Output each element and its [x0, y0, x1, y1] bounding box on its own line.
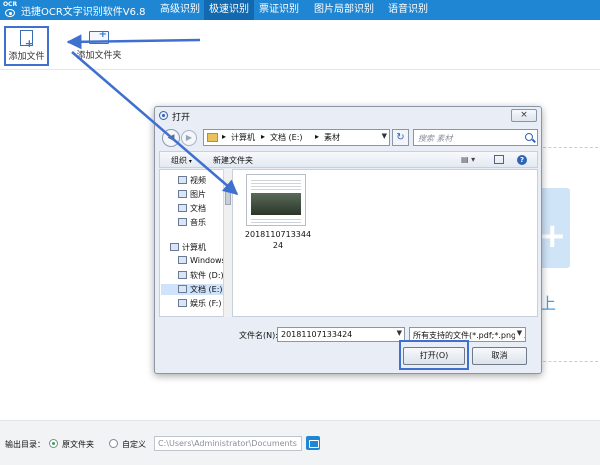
scrollbar-thumb[interactable] — [225, 191, 231, 205]
nav-item-label: 音乐 — [190, 218, 206, 227]
breadcrumb-separator-icon: ▸ — [222, 132, 227, 141]
file-thumbnail — [246, 174, 306, 226]
menu-partial-image-ocr[interactable]: 图片局部识别 — [309, 0, 379, 20]
video-icon — [178, 176, 187, 184]
document-icon — [178, 204, 187, 212]
navigation-pane: 视频 图片 文档 音乐 计算机 Windows 软件 (D:) 文档 (E:) … — [159, 169, 232, 317]
add-file-button[interactable]: 添加文件 — [4, 26, 49, 66]
radio-original-folder[interactable] — [49, 439, 58, 448]
drive-icon — [178, 285, 187, 293]
menu-fast-ocr[interactable]: 极速识别 — [204, 0, 254, 20]
nav-item-drive-d[interactable]: 软件 (D:) — [178, 270, 224, 281]
search-icon[interactable] — [525, 133, 533, 141]
filename-value: 20181107133424 — [281, 330, 353, 339]
preview-pane-icon[interactable] — [494, 155, 504, 164]
filename-input[interactable]: 20181107133424 ▼ — [277, 327, 405, 342]
add-folder-icon — [89, 29, 109, 44]
eye-icon — [5, 9, 15, 17]
drop-plus-icon: + — [538, 216, 567, 256]
dialog-close-button[interactable]: × — [511, 109, 537, 122]
add-file-label: 添加文件 — [8, 52, 45, 62]
chevron-down-icon[interactable]: ▼ — [382, 132, 387, 140]
open-button-highlight — [399, 340, 469, 370]
nav-item-music[interactable]: 音乐 — [178, 217, 206, 228]
nav-item-computer[interactable]: 计算机 — [170, 242, 206, 253]
output-path-input[interactable]: C:\Users\Administrator\Documents — [154, 436, 302, 451]
menu-advanced-ocr[interactable]: 高级识别 — [155, 0, 205, 20]
open-file-dialog: 打开 × ◀ ▶ ▸ 计算机 ▸ 文档 (E:) ▸ 素材 ▼ ↻ 搜索 素材 … — [154, 106, 542, 374]
dialog-title-bar: 打开 × — [155, 107, 541, 124]
output-settings-bar: 输出目录： 原文件夹 自定义 C:\Users\Administrator\Do… — [0, 420, 600, 465]
breadcrumb-computer[interactable]: 计算机 — [231, 132, 255, 143]
dialog-icon — [159, 111, 168, 120]
nav-item-label: 文档 — [190, 204, 206, 213]
nav-pane-scrollbar[interactable] — [223, 169, 232, 317]
add-file-icon — [20, 30, 34, 50]
chevron-down-icon[interactable]: ▼ — [397, 329, 402, 337]
breadcrumb-separator-icon: ▸ — [315, 132, 320, 141]
add-folder-button[interactable]: 添加文件夹 — [74, 26, 124, 66]
custom-folder-label: 自定义 — [122, 440, 146, 449]
output-directory-label: 输出目录： — [5, 440, 45, 449]
drive-icon — [178, 299, 187, 307]
breadcrumb-folder[interactable]: 素材 — [324, 132, 340, 143]
file-name: 201811071334424 — [244, 230, 312, 250]
nav-item-documents[interactable]: 文档 — [178, 203, 206, 214]
organize-button[interactable]: 组织 — [171, 155, 192, 166]
nav-item-videos[interactable]: 视频 — [178, 175, 206, 186]
menu-voice-ocr[interactable]: 语音识别 — [383, 0, 433, 20]
browse-folder-button[interactable] — [306, 436, 320, 450]
toolbar: 添加文件 添加文件夹 — [0, 20, 600, 70]
nav-item-label: 娱乐 (F:) — [190, 299, 222, 308]
help-icon[interactable]: ? — [517, 155, 527, 165]
nav-item-label: 文档 (E:) — [190, 285, 223, 294]
windows-drive-icon — [178, 256, 187, 264]
dialog-title: 打开 — [172, 113, 191, 123]
add-folder-label: 添加文件夹 — [76, 51, 122, 61]
back-button[interactable]: ◀ — [162, 129, 180, 147]
menu-ticket-ocr[interactable]: 票证识别 — [254, 0, 304, 20]
address-bar[interactable]: ▸ 计算机 ▸ 文档 (E:) ▸ 素材 ▼ — [203, 129, 390, 146]
computer-icon — [170, 243, 179, 251]
refresh-button[interactable]: ↻ — [392, 129, 409, 146]
filename-label: 文件名(N): — [239, 331, 278, 340]
search-input[interactable]: 搜索 素材 — [413, 129, 538, 146]
nav-item-label: 软件 (D:) — [190, 271, 224, 280]
nav-item-label: 视频 — [190, 176, 206, 185]
original-folder-label: 原文件夹 — [62, 440, 94, 449]
forward-button[interactable]: ▶ — [181, 130, 197, 146]
view-options-button[interactable]: ▤ ▾ — [461, 155, 475, 164]
nav-item-pictures[interactable]: 图片 — [178, 189, 206, 200]
file-item[interactable]: 201811071334424 — [243, 174, 315, 259]
output-path-value: C:\Users\Administrator\Documents — [158, 439, 297, 448]
title-bar: OCR 迅捷OCR文字识别软件V6.8 高级识别 极速识别 票证识别 图片局部识… — [0, 0, 600, 20]
cancel-button[interactable]: 取消 — [472, 347, 527, 365]
nav-item-drive-e[interactable]: 文档 (E:) — [161, 284, 232, 295]
command-bar: 组织 新建文件夹 ▤ ▾ ? — [159, 151, 538, 168]
folder-icon — [207, 133, 218, 142]
app-logo: OCR — [2, 1, 18, 19]
nav-item-drive-f[interactable]: 娱乐 (F:) — [178, 298, 221, 309]
drop-area-text: 上 — [540, 294, 557, 313]
app-title: 迅捷OCR文字识别软件V6.8 — [21, 7, 146, 18]
radio-custom-folder[interactable] — [109, 439, 118, 448]
nav-item-label: 图片 — [190, 190, 206, 199]
picture-icon — [178, 190, 187, 198]
app-logo-text: OCR — [2, 1, 18, 8]
nav-item-drive-c[interactable]: Windows — [178, 256, 226, 265]
search-placeholder: 搜索 素材 — [418, 134, 453, 143]
music-icon — [178, 218, 187, 226]
nav-item-label: Windows — [190, 256, 226, 265]
chevron-down-icon[interactable]: ▼ — [515, 329, 524, 340]
drive-icon — [178, 271, 187, 279]
new-folder-button[interactable]: 新建文件夹 — [213, 155, 253, 166]
breadcrumb-drive-e[interactable]: 文档 (E:) — [270, 132, 303, 143]
breadcrumb-separator-icon: ▸ — [261, 132, 266, 141]
nav-item-label: 计算机 — [182, 243, 206, 252]
